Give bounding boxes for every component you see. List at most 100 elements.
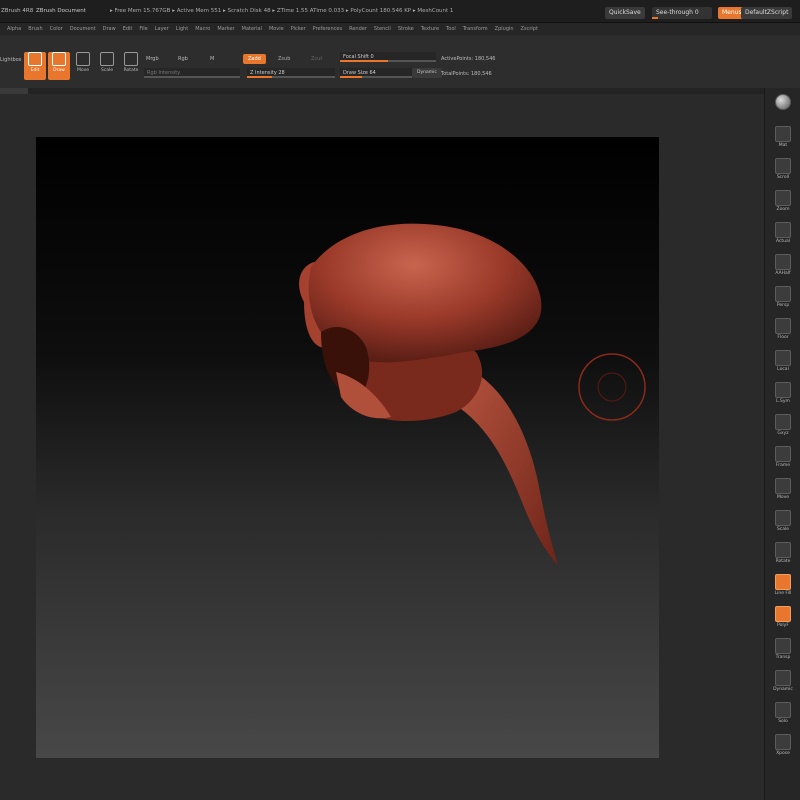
local-icon [775,350,791,366]
draw-button[interactable]: Draw [48,52,70,80]
edit-icon [28,52,42,66]
zsub-button[interactable]: Zsub [273,54,295,64]
edit-button[interactable]: Edit [24,52,46,80]
shelf-solo-button[interactable]: Solo [771,702,795,730]
zcut-button[interactable]: Zcut [306,54,327,64]
lsym-icon [775,382,791,398]
polyf-icon [775,606,791,622]
xpose-icon [775,734,791,750]
dynamic-button[interactable]: Dynamic [412,68,442,78]
rotate-button[interactable]: Rotate [120,52,142,80]
menu-macro[interactable]: Macro [195,23,210,35]
floor-label: Floor [777,335,789,340]
persp-label: Persp [776,303,790,308]
shelf-scroll-button[interactable]: Scroll [771,158,795,186]
frame-icon [775,446,791,462]
quicksave-button[interactable]: QuickSave [605,7,645,19]
menu-picker[interactable]: Picker [291,23,306,35]
rgb-button[interactable]: Rgb [178,56,188,62]
shelf-local-button[interactable]: Local [771,350,795,378]
shelf-scale-button[interactable]: Scale [771,510,795,538]
linefill-label: Line Fill [774,591,792,596]
shelf-frame-button[interactable]: Frame [771,446,795,474]
menu-material[interactable]: Material [242,23,262,35]
move-icon [775,478,791,494]
menu-light[interactable]: Light [176,23,188,35]
lightbox-button[interactable]: Lightbox [0,56,22,64]
zadd-button[interactable]: Zadd [243,54,266,64]
menu-file[interactable]: File [139,23,147,35]
shelf-polyf-button[interactable]: PolyF [771,606,795,634]
menu-document[interactable]: Document [70,23,96,35]
active-points: ActivePoints: 180,546 [441,56,496,62]
local-label: Local [777,367,789,372]
edit-label: Edit [30,68,40,73]
shelf-zoom-button[interactable]: Zoom [771,190,795,218]
move-button[interactable]: Move [72,52,94,80]
shelf-xyz-button[interactable]: Gxyz [771,414,795,442]
mat-slider-label: Mat [778,143,788,148]
dynamic-label: Dynamic [773,687,793,692]
see-through-slider[interactable]: See-through 0 [652,7,712,19]
menu-bar: Alpha Brush Color Document Draw Edit File Layer… [0,23,800,35]
menu-movie[interactable]: Movie [269,23,284,35]
scroll-label: Scroll [776,175,790,180]
scale-button[interactable]: Scale [96,52,118,80]
xyz-label: Gxyz [777,431,789,436]
menu-layer[interactable]: Layer [155,23,169,35]
m-button[interactable]: M [210,56,214,62]
menu-transform[interactable]: Transform [463,23,488,35]
shelf-rotate-button[interactable]: Rotate [771,542,795,570]
top-toolbar: Lightbox Edit Draw Move Scale Rotate Mrg… [0,36,800,89]
transp-icon [775,638,791,654]
shelf-transp-button[interactable]: Transp [771,638,795,666]
document-canvas[interactable] [36,137,659,758]
menu-draw[interactable]: Draw [103,23,116,35]
shelf-material-sphere-button[interactable] [771,94,795,122]
mrgb-button[interactable]: Mrgb [146,56,159,62]
menu-zscript[interactable]: Zscript [521,23,538,35]
solo-icon [775,702,791,718]
default-zscript-button[interactable]: DefaultZScript [741,7,793,19]
polyf-label: PolyF [777,623,789,628]
status-strip [0,88,764,94]
shelf-actual-button[interactable]: Actual [771,222,795,250]
shelf-move-button[interactable]: Move [771,478,795,506]
scale-label: Scale [100,68,114,73]
menu-alpha[interactable]: Alpha [7,23,21,35]
z-intensity-slider[interactable]: Z Intensity 28 [247,68,335,78]
actual-icon [775,222,791,238]
move-label: Move [76,68,90,73]
shelf-floor-button[interactable]: Floor [771,318,795,346]
menu-stroke[interactable]: Stroke [398,23,414,35]
menu-preferences[interactable]: Preferences [313,23,342,35]
menu-marker[interactable]: Marker [217,23,234,35]
menu-color[interactable]: Color [50,23,63,35]
lightbox-label: Lightbox [0,57,22,63]
shelf-xpose-button[interactable]: Xpose [771,734,795,762]
dynamic-icon [775,670,791,686]
draw-size-slider[interactable]: Draw Size 64 [340,68,412,78]
menu-zplugin[interactable]: Zplugin [495,23,514,35]
transp-label: Transp [775,655,791,660]
move-icon [76,52,90,66]
shelf-mat-slider-button[interactable]: Mat [771,126,795,154]
menu-texture[interactable]: Texture [421,23,439,35]
shelf-dynamic-button[interactable]: Dynamic [771,670,795,698]
shelf-persp-button[interactable]: Persp [771,286,795,314]
zoom-label: Zoom [776,207,790,212]
shelf-linefill-button[interactable]: Line Fill [771,574,795,602]
shelf-lsym-button[interactable]: L.Sym [771,382,795,410]
solo-label: Solo [778,719,788,724]
menu-tool[interactable]: Tool [446,23,456,35]
focal-shift-slider[interactable]: Focal Shift 0 [340,52,436,62]
material-sphere-icon [775,94,791,110]
menu-stencil[interactable]: Stencil [374,23,391,35]
menu-render[interactable]: Render [349,23,367,35]
shelf-aahalf-button[interactable]: AAHalf [771,254,795,282]
menu-brush[interactable]: Brush [28,23,42,35]
rotate-icon [775,542,791,558]
rgb-intensity-slider[interactable]: Rgb Intensity [144,68,240,78]
floor-icon [775,318,791,334]
menu-edit[interactable]: Edit [123,23,133,35]
